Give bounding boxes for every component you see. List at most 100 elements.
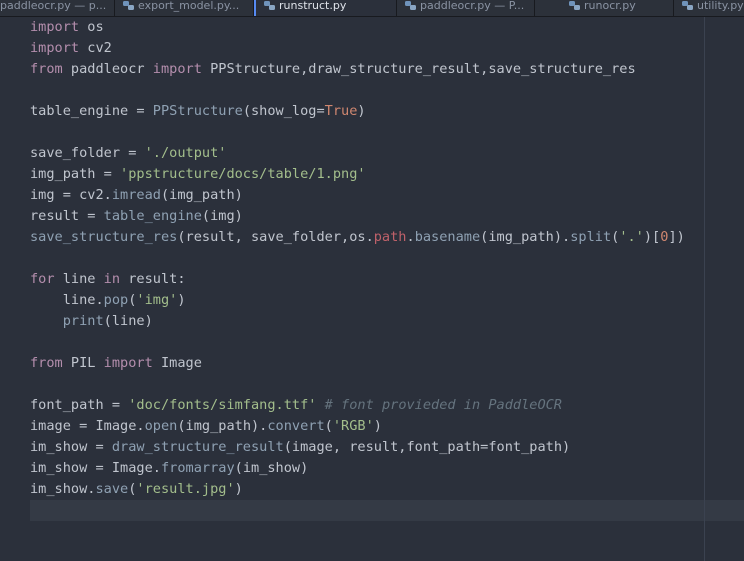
token: =: [316, 103, 325, 119]
code-line-15: print(line): [30, 311, 685, 332]
token: 'img': [136, 292, 178, 308]
token: convert: [267, 418, 325, 434]
token: line: [54, 271, 104, 287]
token: import: [103, 355, 153, 371]
python-file-icon: [682, 1, 693, 10]
token: save: [95, 481, 129, 497]
token: split: [570, 229, 612, 245]
code-line-17: from PIL import Image: [30, 353, 685, 374]
token: im_show.: [30, 481, 96, 497]
code-line-20: image = Image.open(img_path).convert('RG…: [30, 416, 685, 437]
code-line-23: im_show.save('result.jpg'): [30, 479, 685, 500]
token: (image, result,font_path: [283, 439, 481, 455]
token: basename: [414, 229, 481, 245]
token: print: [62, 313, 104, 329]
tab-label: runocr.py: [584, 0, 636, 12]
token: import: [30, 19, 80, 35]
token: 'result.jpg': [136, 481, 235, 497]
token: (show_log: [242, 103, 317, 119]
token: from: [30, 355, 63, 371]
tab-utility[interactable]: utility.py: [674, 0, 744, 16]
code-line-9: img = cv2.imread(img_path): [30, 185, 685, 206]
python-file-icon: [264, 1, 275, 10]
token: os: [79, 19, 104, 35]
token: (img_path).: [177, 418, 268, 434]
tab-paddleocr-1[interactable]: paddleocr.py — p...: [0, 0, 115, 16]
token: 'ppstructure/docs/table/1.png': [120, 166, 366, 182]
tab-export-model[interactable]: export_model.py...: [115, 0, 254, 16]
tab-label: export_model.py...: [138, 0, 240, 12]
tab-runstruct[interactable]: runstruct.py: [254, 0, 397, 16]
token: line.: [30, 292, 104, 308]
tab-paddleocr-2[interactable]: paddleocr.py — P...: [397, 0, 535, 16]
token: for: [30, 271, 55, 287]
code-line-3: from paddleocr import PPStructure,draw_s…: [30, 59, 685, 80]
token: imread: [111, 187, 161, 203]
token: Image: [152, 355, 202, 371]
python-file-icon: [123, 1, 134, 10]
token: Image.: [87, 418, 145, 434]
token: pop: [103, 292, 129, 308]
token: result:: [120, 271, 186, 287]
token: '.': [619, 229, 644, 245]
token: =: [95, 460, 104, 476]
token: from: [30, 61, 63, 77]
token: fromarray: [160, 460, 235, 476]
token: paddleocr: [62, 61, 153, 77]
token: (line): [103, 313, 153, 329]
token: (: [324, 418, 333, 434]
code-line-13: for line in result:: [30, 269, 685, 290]
token: image: [30, 418, 80, 434]
token: import: [152, 61, 202, 77]
token: draw_structure_result: [111, 439, 284, 455]
token: =: [111, 397, 121, 413]
code-line-19: font_path = 'doc/fonts/simfang.ttf' # fo…: [30, 395, 685, 416]
token: =: [103, 166, 112, 182]
token: PIL: [62, 355, 104, 371]
code-editor[interactable]: import os import cv2 from paddleocr impo…: [0, 17, 744, 561]
token: (img_path): [160, 187, 243, 203]
token: in: [103, 271, 121, 287]
editor-window: paddleocr.py — p... export_model.py... r…: [0, 0, 744, 561]
code-line-21: im_show = draw_structure_result(image, r…: [30, 437, 685, 458]
token: './output': [144, 145, 227, 161]
token: ): [234, 481, 243, 497]
code-line-7: save_folder = './output': [30, 143, 685, 164]
token: =: [95, 439, 104, 455]
token: (im_show): [234, 460, 309, 476]
token: ): [177, 292, 186, 308]
token: result: [30, 208, 88, 224]
code-line-10: result = table_engine(img): [30, 206, 685, 227]
code-line-14: line.pop('img'): [30, 290, 685, 311]
code-comment: # font provieded in PaddleOCR: [324, 397, 562, 413]
token: Image.: [103, 460, 161, 476]
token: open: [144, 418, 178, 434]
tab-label: paddleocr.py — p...: [0, 0, 107, 12]
token: font_path: [30, 397, 112, 413]
token: save_folder: [30, 145, 129, 161]
python-file-icon: [569, 1, 580, 10]
code-line-11: save_structure_res(result, save_folder,o…: [30, 227, 685, 248]
token: table_engine: [103, 208, 202, 224]
token: img: [30, 187, 63, 203]
token: (result, save_folder,os.: [177, 229, 374, 245]
code-line-24-current: [30, 500, 685, 521]
token: True: [324, 103, 358, 119]
code-lines: import os import cv2 from paddleocr impo…: [30, 17, 685, 521]
code-line-8: img_path = 'ppstructure/docs/table/1.png…: [30, 164, 685, 185]
token: im_show: [30, 439, 96, 455]
token: =: [62, 187, 71, 203]
tab-runocr[interactable]: runocr.py: [535, 0, 674, 16]
token: .: [406, 229, 415, 245]
